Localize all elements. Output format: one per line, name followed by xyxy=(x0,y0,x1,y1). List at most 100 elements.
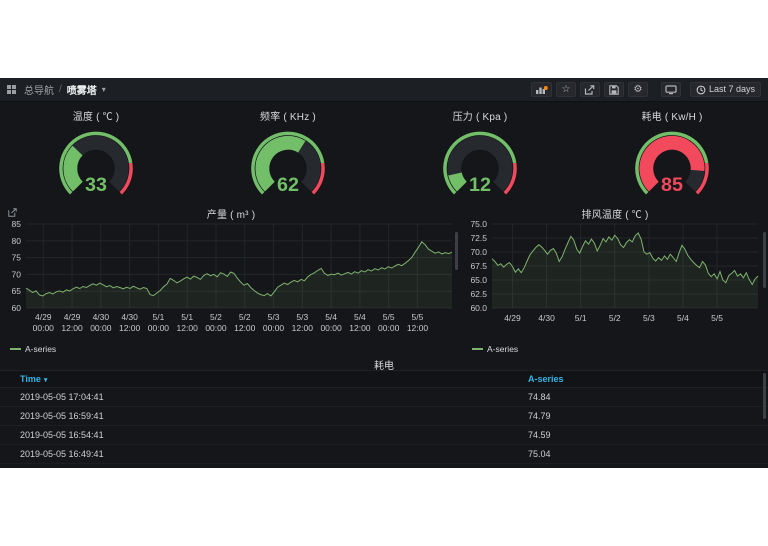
svg-text:5/2: 5/2 xyxy=(210,312,222,322)
time-range-picker[interactable]: Last 7 days xyxy=(690,82,761,97)
table-row: 2019-05-05 16:59:4174.79 xyxy=(0,407,768,426)
add-panel-button[interactable] xyxy=(531,82,552,97)
svg-text:5/1: 5/1 xyxy=(181,312,193,322)
table-row: 2019-05-05 16:54:4174.59 xyxy=(0,426,768,445)
temperature-gauge: 33 xyxy=(21,124,171,205)
navbar: 总导航 / 喷雾塔 ▾ ☆ xyxy=(0,78,768,102)
legend[interactable]: A-series xyxy=(472,342,768,356)
breadcrumb-separator: / xyxy=(59,84,62,95)
svg-text:12:00: 12:00 xyxy=(119,323,141,333)
share-icon xyxy=(584,85,595,95)
time-range-label: Last 7 days xyxy=(709,85,755,94)
svg-text:72.5: 72.5 xyxy=(470,233,487,243)
chevron-down-icon[interactable]: ▾ xyxy=(102,86,106,94)
table-row: 2019-05-05 17:04:4174.84 xyxy=(0,388,768,407)
panel-title[interactable]: 耗电 xyxy=(0,355,768,370)
breadcrumb: 总导航 / 喷雾塔 ▾ xyxy=(7,82,106,97)
dashboard-grid-icon[interactable] xyxy=(7,85,16,94)
cell-value: 74.84 xyxy=(528,392,551,402)
svg-text:12: 12 xyxy=(469,174,491,196)
cell-time: 2019-05-05 16:49:41 xyxy=(0,449,528,459)
table-header: Time▾ A-series xyxy=(0,370,768,388)
panel-title[interactable]: 产量 ( m³ ) xyxy=(207,206,255,221)
svg-text:00:00: 00:00 xyxy=(320,323,342,333)
pressure-gauge: 12 xyxy=(405,124,555,205)
svg-text:4/30: 4/30 xyxy=(93,312,110,322)
series-color-dash xyxy=(472,348,483,350)
svg-text:5/3: 5/3 xyxy=(268,312,280,322)
panel-power-table: 耗电 Time▾ A-series 2019-05-05 17:04:4174.… xyxy=(0,355,768,468)
svg-text:4/30: 4/30 xyxy=(121,312,138,322)
breadcrumb-current[interactable]: 喷雾塔 xyxy=(67,82,97,97)
svg-text:00:00: 00:00 xyxy=(263,323,285,333)
cell-value: 75.04 xyxy=(528,449,551,459)
column-header-a-series[interactable]: A-series xyxy=(528,374,564,384)
svg-text:5/2: 5/2 xyxy=(609,313,621,323)
scrollbar-thumb[interactable] xyxy=(763,373,766,419)
svg-text:12:00: 12:00 xyxy=(292,323,314,333)
gauge-row: 温度 ( ℃ ) 33 频率 ( KHz ) 62 压力 ( Kpa ) 12 … xyxy=(0,102,768,205)
cell-time: 2019-05-05 16:54:41 xyxy=(0,430,528,440)
svg-text:00:00: 00:00 xyxy=(205,323,227,333)
star-button[interactable]: ☆ xyxy=(556,82,576,97)
panel-power: 耗电 ( Kw/H ) 85 xyxy=(576,102,768,205)
grafana-dashboard: 总导航 / 喷雾塔 ▾ ☆ xyxy=(0,78,768,468)
panel-temperature: 温度 ( ℃ ) 33 xyxy=(0,102,192,205)
settings-button[interactable]: ⚙ xyxy=(628,82,648,97)
panel-output: 产量 ( m³ ) 8580757065604/2900:004/2912:00… xyxy=(0,205,462,355)
panel-pressure: 压力 ( Kpa ) 12 xyxy=(384,102,576,205)
svg-text:60.0: 60.0 xyxy=(470,303,487,313)
monitor-icon xyxy=(665,85,677,95)
svg-text:5/4: 5/4 xyxy=(354,312,366,322)
share-button[interactable] xyxy=(580,82,600,97)
svg-text:70: 70 xyxy=(12,269,22,279)
svg-text:85: 85 xyxy=(661,174,683,196)
svg-text:12:00: 12:00 xyxy=(61,323,83,333)
save-icon xyxy=(609,85,619,95)
svg-text:12:00: 12:00 xyxy=(177,323,199,333)
svg-text:5/5: 5/5 xyxy=(412,312,424,322)
panel-title[interactable]: 温度 ( ℃ ) xyxy=(73,108,120,123)
svg-text:12:00: 12:00 xyxy=(234,323,256,333)
table-body: 2019-05-05 17:04:4174.842019-05-05 16:59… xyxy=(0,388,768,464)
table-row: 2019-05-05 16:49:4175.04 xyxy=(0,445,768,464)
svg-text:4/30: 4/30 xyxy=(538,313,555,323)
svg-text:12:00: 12:00 xyxy=(349,323,371,333)
legend[interactable]: A-series xyxy=(10,342,462,356)
panel-title[interactable]: 排风温度 ( ℃ ) xyxy=(582,206,649,221)
panel-title[interactable]: 频率 ( KHz ) xyxy=(260,108,316,123)
svg-text:65.0: 65.0 xyxy=(470,275,487,285)
add-panel-icon xyxy=(535,85,548,95)
clock-icon xyxy=(696,85,706,95)
svg-text:5/5: 5/5 xyxy=(711,313,723,323)
svg-text:62.5: 62.5 xyxy=(470,289,487,299)
breadcrumb-root[interactable]: 总导航 xyxy=(24,82,54,97)
panel-title[interactable]: 耗电 ( Kw/H ) xyxy=(641,108,702,123)
power-gauge: 85 xyxy=(597,124,747,205)
scrollbar-thumb[interactable] xyxy=(455,232,458,270)
svg-text:85: 85 xyxy=(12,221,22,229)
svg-text:67.5: 67.5 xyxy=(470,261,487,271)
svg-text:5/4: 5/4 xyxy=(677,313,689,323)
external-link-icon[interactable] xyxy=(8,208,17,220)
svg-text:4/29: 4/29 xyxy=(64,312,81,322)
svg-text:75.0: 75.0 xyxy=(470,221,487,229)
legend-label[interactable]: A-series xyxy=(25,344,56,354)
svg-text:62: 62 xyxy=(277,174,299,196)
svg-text:5/3: 5/3 xyxy=(643,313,655,323)
svg-text:4/29: 4/29 xyxy=(35,312,52,322)
column-header-time[interactable]: Time▾ xyxy=(0,374,528,384)
svg-text:5/1: 5/1 xyxy=(575,313,587,323)
panel-title[interactable]: 压力 ( Kpa ) xyxy=(453,108,508,123)
svg-text:65: 65 xyxy=(12,286,22,296)
svg-text:5/5: 5/5 xyxy=(383,312,395,322)
save-button[interactable] xyxy=(604,82,624,97)
svg-text:75: 75 xyxy=(12,253,22,263)
svg-text:60: 60 xyxy=(12,303,22,313)
navbar-actions: ☆ ⚙ xyxy=(531,82,761,97)
scrollbar-thumb[interactable] xyxy=(763,232,766,288)
svg-text:5/4: 5/4 xyxy=(325,312,337,322)
legend-label[interactable]: A-series xyxy=(487,344,518,354)
frequency-gauge: 62 xyxy=(213,124,363,205)
cycle-view-button[interactable] xyxy=(661,82,681,97)
